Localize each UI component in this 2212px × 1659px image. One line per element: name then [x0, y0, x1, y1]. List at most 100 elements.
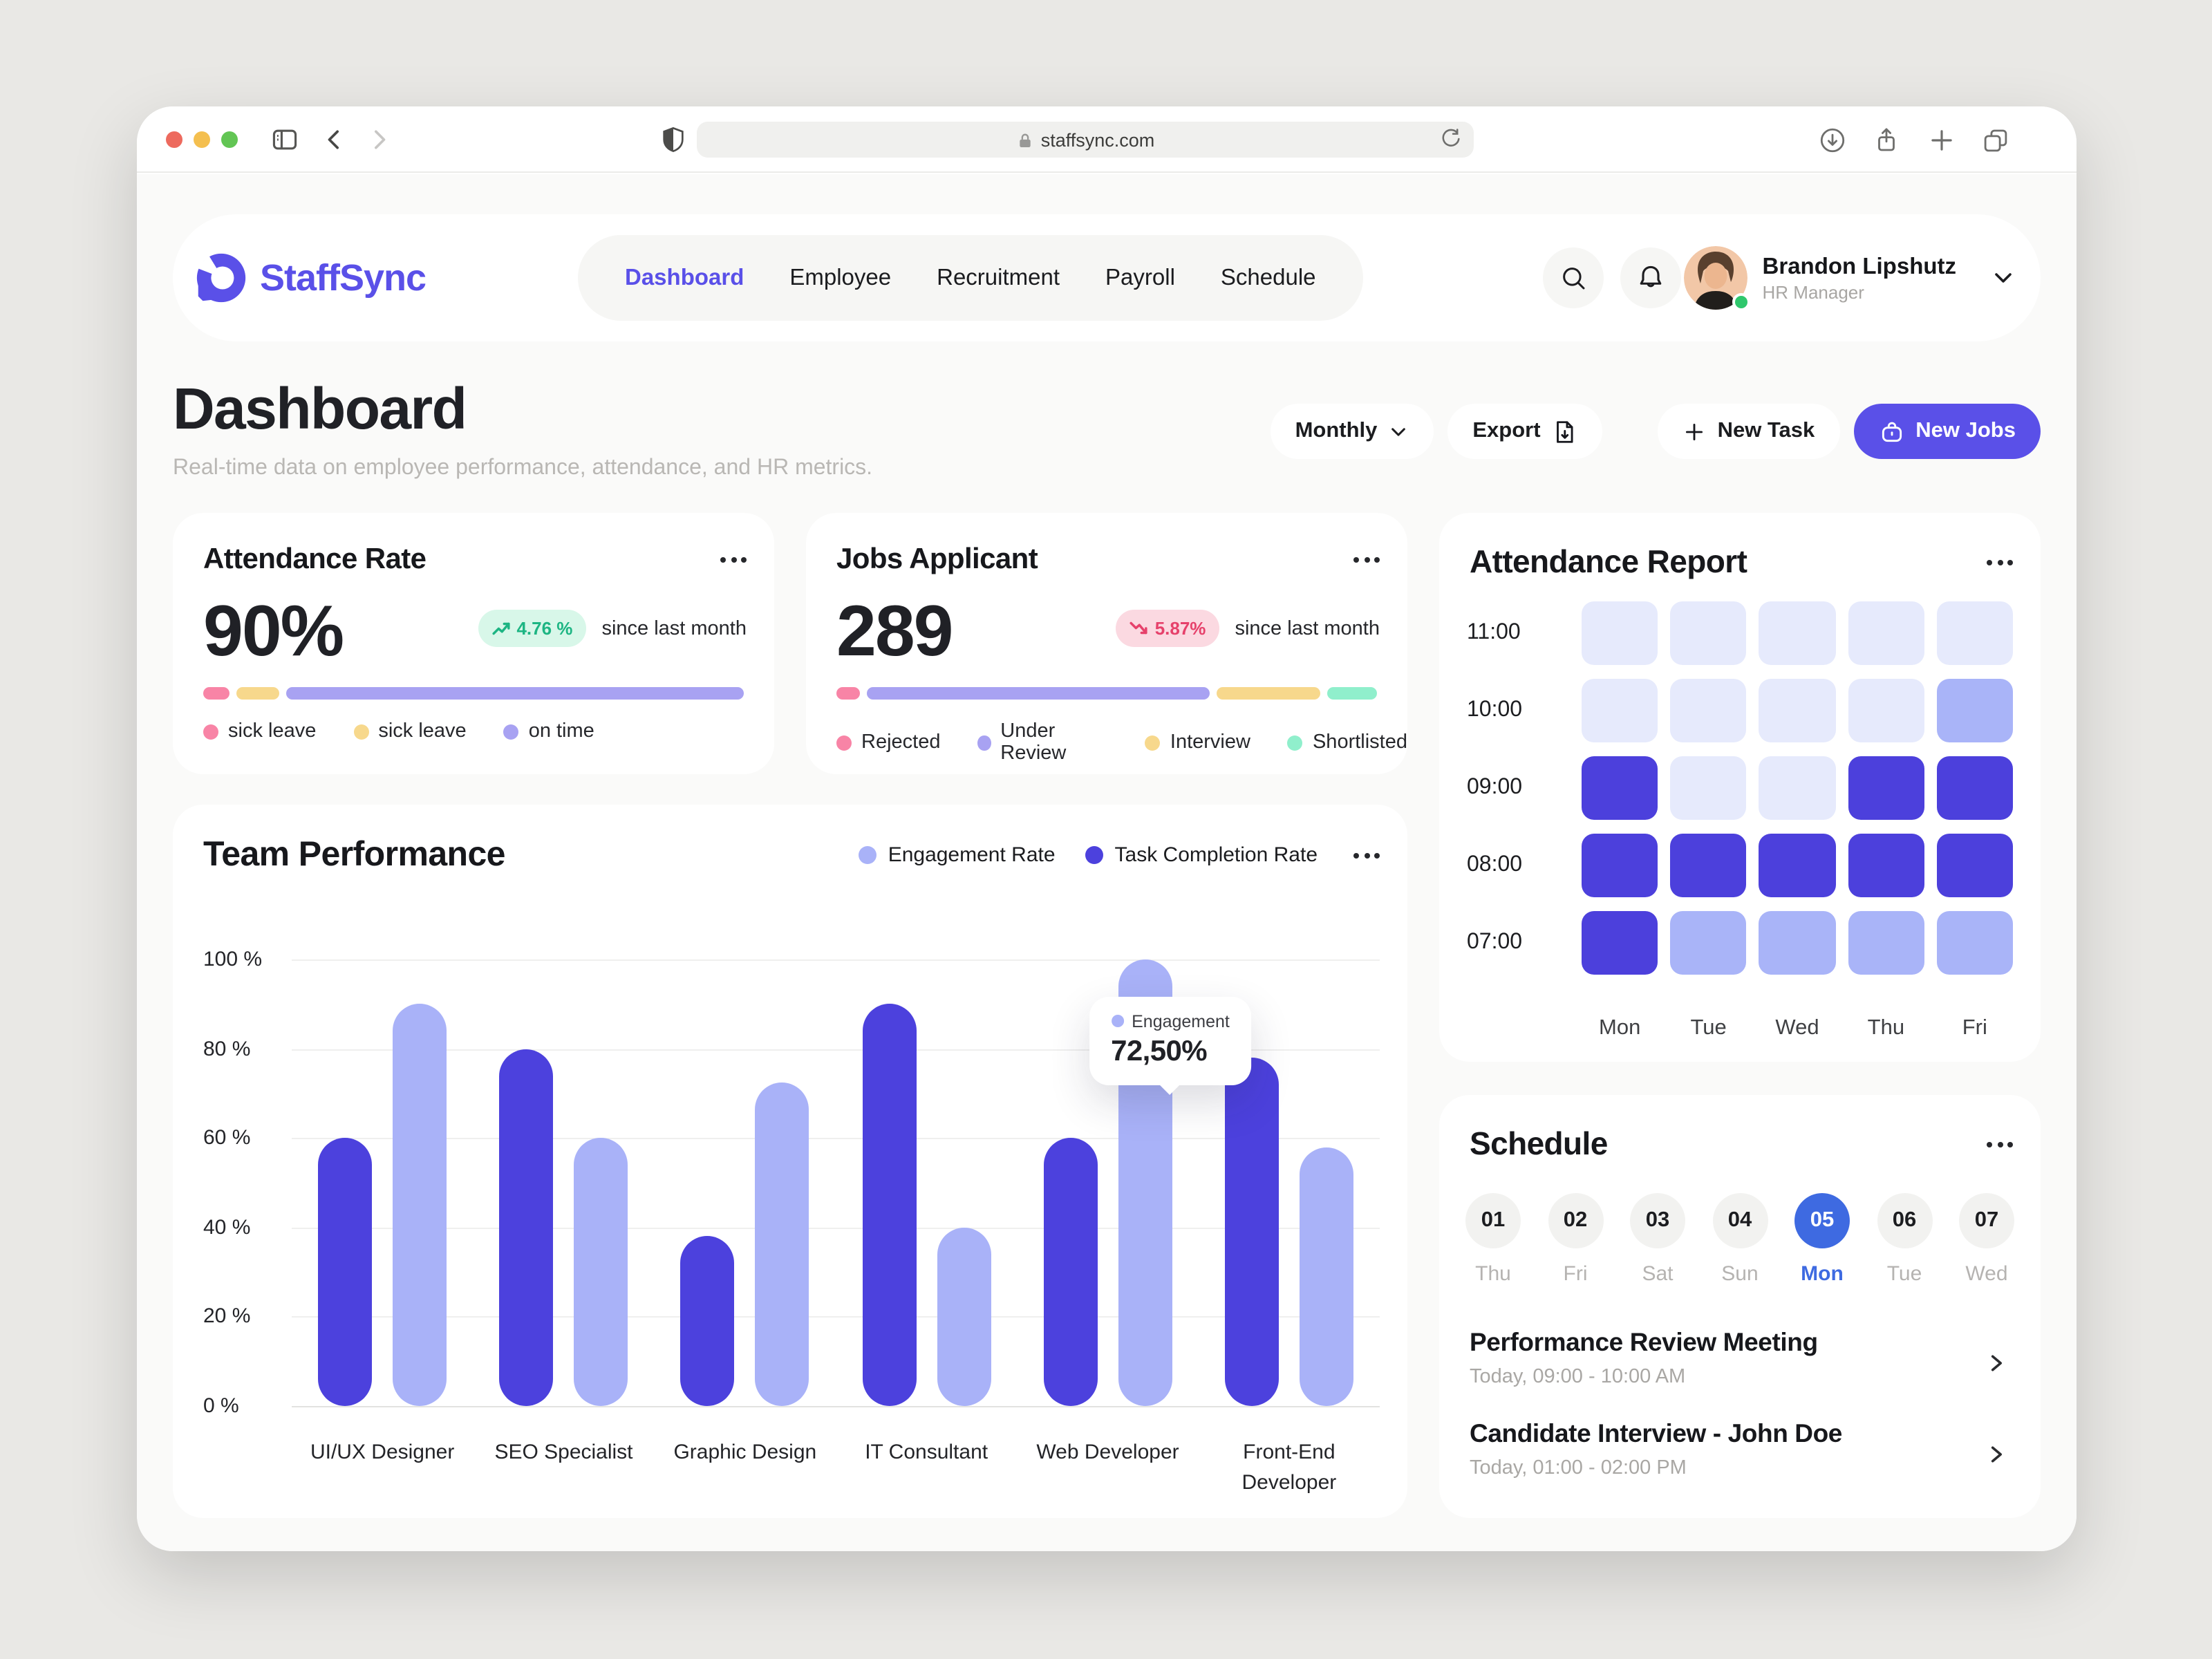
- heatmap-cell-thu-07:00: [1848, 911, 1924, 975]
- nav-item-schedule[interactable]: Schedule: [1221, 265, 1316, 291]
- heatmap-time-label: 08:00: [1467, 853, 1523, 877]
- bar-task-completion[interactable]: [499, 1049, 554, 1406]
- heatmap-day-label: Fri: [1962, 1016, 1987, 1040]
- more-menu-button[interactable]: [1353, 847, 1380, 863]
- bar-engagement[interactable]: [574, 1138, 628, 1406]
- user-name: Brandon Lipshutz: [1762, 254, 1956, 280]
- address-bar[interactable]: staffsync.com: [697, 122, 1474, 158]
- period-select[interactable]: Monthly: [1270, 404, 1434, 459]
- notifications-button[interactable]: [1620, 247, 1681, 308]
- more-menu-button[interactable]: [720, 552, 747, 568]
- close-window-button[interactable]: [166, 131, 182, 148]
- heatmap-time-label: 09:00: [1467, 776, 1523, 799]
- heatmap-cell-mon-11:00: [1582, 601, 1658, 665]
- bar-engagement[interactable]: [755, 1082, 809, 1406]
- event-title: Performance Review Meeting: [1470, 1327, 1818, 1356]
- minimize-window-button[interactable]: [194, 131, 210, 148]
- period-label: Monthly: [1295, 419, 1378, 442]
- nav-item-recruitment[interactable]: Recruitment: [937, 265, 1060, 291]
- heatmap-cell-mon-10:00: [1582, 679, 1658, 742]
- attendance-rate-card: Attendance Rate 90% 4.76 % since last mo…: [173, 513, 774, 774]
- search-icon: [1562, 267, 1584, 289]
- chevron-down-icon: [1391, 427, 1406, 435]
- event-row[interactable]: Candidate Interview - John Doe Today, 01:…: [1470, 1418, 2013, 1496]
- date-pill-02[interactable]: 02 Fri: [1548, 1193, 1603, 1286]
- staffsync-logo-icon: [196, 253, 246, 303]
- new-task-label: New Task: [1717, 419, 1815, 442]
- back-icon[interactable]: [318, 123, 351, 156]
- attendance-heatmap: 11:00 10:00 09:00 08:00 07:00: [1467, 601, 2013, 975]
- privacy-shield-icon[interactable]: [657, 123, 690, 156]
- heatmap-cell-thu-10:00: [1848, 679, 1924, 742]
- date-day-label: Sat: [1642, 1262, 1674, 1286]
- legend-dot-icon: [859, 846, 877, 864]
- search-button[interactable]: [1543, 247, 1604, 308]
- bar-task-completion[interactable]: [318, 1138, 373, 1406]
- legend-dot-icon: [1085, 846, 1104, 864]
- bar-task-completion[interactable]: [1043, 1138, 1098, 1406]
- stat-value: 90%: [203, 592, 344, 672]
- heatmap-cell-thu-08:00: [1848, 834, 1924, 897]
- bar-engagement[interactable]: [1299, 1147, 1353, 1406]
- page-title: Dashboard: [173, 376, 467, 441]
- brand-logo[interactable]: StaffSync: [195, 252, 427, 304]
- y-axis-tick: 60 %: [203, 1126, 251, 1150]
- browser-chrome: staffsync.com: [137, 106, 2077, 173]
- bar-task-completion[interactable]: [1224, 1058, 1279, 1406]
- nav-item-payroll[interactable]: Payroll: [1105, 265, 1175, 291]
- date-pill-07[interactable]: 07 Wed: [1959, 1193, 2014, 1286]
- date-number: 02: [1548, 1193, 1603, 1248]
- new-task-button[interactable]: New Task: [1658, 404, 1840, 459]
- profile-menu[interactable]: Brandon Lipshutz HR Manager: [1683, 239, 2016, 317]
- reload-icon[interactable]: [1439, 127, 1463, 155]
- heatmap-cell-wed-11:00: [1759, 601, 1836, 665]
- bar-engagement[interactable]: [937, 1227, 991, 1406]
- date-pill-06[interactable]: 06 Tue: [1877, 1193, 1932, 1286]
- card-title: Attendance Report: [1470, 543, 1747, 579]
- tooltip-value: 72,50%: [1111, 1035, 1207, 1067]
- x-axis-label: UI/UX Designer: [310, 1441, 455, 1464]
- bar-task-completion[interactable]: [680, 1236, 735, 1406]
- heatmap-day-label: Wed: [1775, 1016, 1819, 1040]
- heatmap-cell-thu-09:00: [1848, 756, 1924, 820]
- bar-group: [499, 959, 628, 1406]
- date-pill-04[interactable]: 04 Sun: [1712, 1193, 1768, 1286]
- attendance-legend: sick leave sick leave on time: [203, 720, 594, 742]
- date-pill-03[interactable]: 03 Sat: [1630, 1193, 1685, 1286]
- x-axis-label: Graphic Design: [673, 1441, 817, 1464]
- bar-task-completion[interactable]: [862, 1004, 917, 1406]
- nav-item-dashboard[interactable]: Dashboard: [625, 265, 744, 291]
- export-button[interactable]: Export: [1447, 404, 1603, 459]
- forward-icon[interactable]: [362, 123, 395, 156]
- new-jobs-button[interactable]: New Jobs: [1853, 404, 2041, 459]
- sidebar-toggle-icon[interactable]: [268, 123, 301, 156]
- zoom-window-button[interactable]: [221, 131, 238, 148]
- share-icon[interactable]: [1869, 123, 1902, 156]
- more-menu-button[interactable]: [1353, 552, 1380, 568]
- y-axis-tick: 20 %: [203, 1304, 251, 1329]
- heatmap-day-label: Mon: [1599, 1016, 1641, 1040]
- bell-icon: [1640, 265, 1662, 288]
- more-menu-button[interactable]: [1987, 1136, 2013, 1152]
- date-pill-01[interactable]: 01 Thu: [1465, 1193, 1521, 1286]
- applicants-legend: Rejected Under Review Interview Shortlisted: [836, 720, 1407, 765]
- gridline: [292, 1406, 1380, 1407]
- progress-segment: [1327, 687, 1377, 700]
- chart-legend-item: Task Completion Rate: [1085, 843, 1318, 867]
- date-pill-05[interactable]: 05 Mon: [1794, 1193, 1850, 1286]
- nav-item-employee[interactable]: Employee: [789, 265, 891, 291]
- heatmap-cell-fri-11:00: [1936, 601, 2013, 665]
- new-tab-icon[interactable]: [1924, 123, 1958, 156]
- downloads-icon[interactable]: [1815, 123, 1848, 156]
- tab-overview-icon[interactable]: [1978, 123, 2012, 156]
- card-title: Attendance Rate: [203, 543, 427, 575]
- bar-engagement[interactable]: [393, 1004, 447, 1406]
- heatmap-day-label: Tue: [1690, 1016, 1727, 1040]
- url-text: staffsync.com: [1040, 129, 1155, 150]
- card-title: Jobs Applicant: [836, 543, 1038, 575]
- date-number: 04: [1712, 1193, 1768, 1248]
- legend-dot-icon: [503, 724, 519, 739]
- heatmap-cell-fri-09:00: [1936, 756, 2013, 820]
- more-menu-button[interactable]: [1987, 554, 2013, 570]
- event-row[interactable]: Performance Review Meeting Today, 09:00 -…: [1470, 1327, 2013, 1405]
